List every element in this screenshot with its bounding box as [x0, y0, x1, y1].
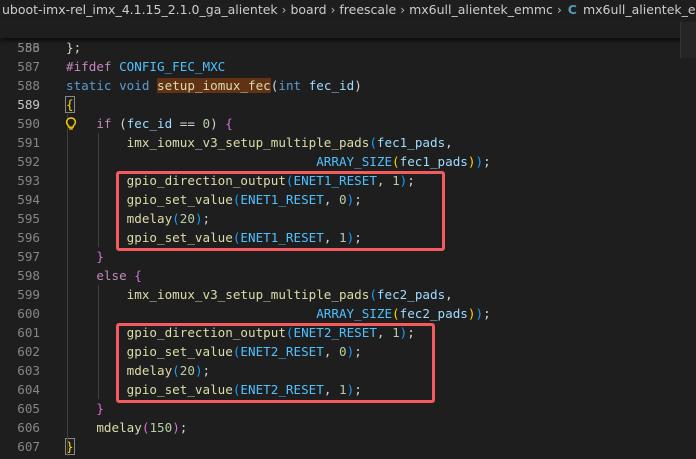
code-text: }	[96, 249, 104, 264]
code-text: #ifdef CONFIG_FEC_MXC	[66, 59, 226, 74]
scroll-widget[interactable]	[680, 22, 696, 58]
code-line[interactable]: 595 mdelay(20);	[0, 209, 696, 228]
code-text: static void setup_iomux_fec(int fec_id)	[66, 78, 362, 93]
code-text: gpio_set_value(ENET1_RESET, 1);	[126, 230, 362, 245]
code-line[interactable]: 604 gpio_set_value(ENET2_RESET, 1);	[0, 380, 696, 399]
code-line[interactable]: 590 if (fec_id == 0) {	[0, 114, 696, 133]
code-text: ARRAY_SIZE(fec2_pads));	[316, 306, 491, 321]
line-number: 589	[17, 97, 40, 112]
code-text: gpio_set_value(ENET2_RESET, 1);	[126, 382, 362, 397]
line-number: 598	[17, 268, 40, 283]
chevron-right-icon: ›	[281, 2, 287, 17]
code-line[interactable]: 602 gpio_set_value(ENET2_RESET, 0);	[0, 342, 696, 361]
code-text: gpio_direction_output(ENET2_RESET, 1);	[126, 325, 415, 340]
code-line[interactable]: 594 gpio_set_value(ENET1_RESET, 0);	[0, 190, 696, 209]
code-text: ARRAY_SIZE(fec1_pads));	[316, 154, 491, 169]
breadcrumb-item-folder[interactable]: mx6ull_alientek_emmc	[407, 2, 555, 17]
code-line[interactable]: 596 gpio_set_value(ENET1_RESET, 1);	[0, 228, 696, 247]
code-text: {	[65, 96, 75, 113]
line-number: 602	[17, 344, 40, 359]
code-text: if (fec_id == 0) {	[96, 116, 233, 131]
line-number: 595	[17, 211, 40, 226]
code-line[interactable]: 603 mdelay(20);	[0, 361, 696, 380]
code-text: gpio_direction_output(ENET1_RESET, 1);	[126, 173, 415, 188]
breadcrumb-item-repo[interactable]: uboot-imx-rel_imx_4.1.15_2.1.0_ga_alient…	[0, 2, 280, 17]
code-line[interactable]: 607}	[0, 437, 696, 456]
code-text: }	[96, 401, 104, 416]
code-text: mdelay(150);	[96, 420, 188, 435]
code-line[interactable]: 600 ARRAY_SIZE(fec2_pads));	[0, 304, 696, 323]
code-line[interactable]: 592 ARRAY_SIZE(fec1_pads));	[0, 152, 696, 171]
code-line[interactable]: 589 {	[0, 95, 696, 114]
code-line[interactable]: 597 }	[0, 247, 696, 266]
line-number: 590	[17, 116, 40, 131]
code-text: else {	[96, 268, 142, 283]
line-number: 601	[17, 325, 40, 340]
line-number: 603	[17, 363, 40, 378]
code-text: imx_iomux_v3_setup_multiple_pads(fec1_pa…	[126, 135, 453, 150]
code-text: imx_iomux_v3_setup_multiple_pads(fec2_pa…	[126, 287, 453, 302]
chevron-right-icon: ›	[330, 2, 336, 17]
line-number: 592	[17, 154, 40, 169]
code-line[interactable]: 599 imx_iomux_v3_setup_multiple_pads(fec…	[0, 285, 696, 304]
line-number: 606	[17, 420, 40, 435]
code-line[interactable]: 605 }	[0, 399, 696, 418]
code-line[interactable]: 591 imx_iomux_v3_setup_multiple_pads(fec…	[0, 133, 696, 152]
code-text: };	[66, 40, 82, 55]
chevron-right-icon: ›	[400, 2, 406, 17]
lightbulb-icon[interactable]	[64, 114, 78, 133]
code-line[interactable]: 593 gpio_direction_output(ENET1_RESET, 1…	[0, 171, 696, 190]
line-number: 591	[17, 135, 40, 150]
code-line[interactable]: 586};	[0, 38, 696, 57]
line-number: 600	[17, 306, 40, 321]
indent-guide	[98, 133, 99, 247]
line-number: 594	[17, 192, 40, 207]
breadcrumb: uboot-imx-rel_imx_4.1.15_2.1.0_ga_alient…	[0, 0, 696, 19]
indent-guide	[98, 285, 99, 399]
breadcrumb-item-board[interactable]: board	[288, 2, 328, 17]
chevron-right-icon: ›	[556, 2, 562, 17]
code-text: gpio_set_value(ENET2_RESET, 0);	[126, 344, 362, 359]
code-line[interactable]: 601 gpio_direction_output(ENET2_RESET, 1…	[0, 323, 696, 342]
line-number: 599	[17, 287, 40, 302]
sticky-line[interactable]: 553 #ifdef CONFIG_FEC_MXC	[0, 19, 696, 74]
line-number: 597	[17, 249, 40, 264]
code-editor[interactable]: 586}; 587 588 static void setup_iomux_fec(i…	[0, 38, 696, 459]
code-line[interactable]: 606 mdelay(150);	[0, 418, 696, 437]
line-number: 604	[17, 382, 40, 397]
indent-guide	[67, 114, 68, 456]
c-file-icon: C	[567, 2, 577, 17]
breadcrumb-item-freescale[interactable]: freescale	[337, 2, 398, 17]
code-line[interactable]: 588 static void setup_iomux_fec(int fec_i…	[0, 76, 696, 95]
code-line[interactable]: 598 else {	[0, 266, 696, 285]
breadcrumb-item-file[interactable]: mx6ull_alientek_emmc.c	[581, 2, 696, 17]
code-text: gpio_set_value(ENET1_RESET, 0);	[126, 192, 362, 207]
code-text: mdelay(20);	[126, 363, 211, 378]
sticky-scroll-header[interactable]: 553 #ifdef CONFIG_FEC_MXC	[0, 19, 696, 74]
line-number: 553	[17, 40, 40, 55]
line-number: 596	[17, 230, 40, 245]
line-number: 607	[17, 439, 40, 454]
code-text: mdelay(20);	[126, 211, 211, 226]
line-number: 593	[17, 173, 40, 188]
line-number: 605	[17, 401, 40, 416]
